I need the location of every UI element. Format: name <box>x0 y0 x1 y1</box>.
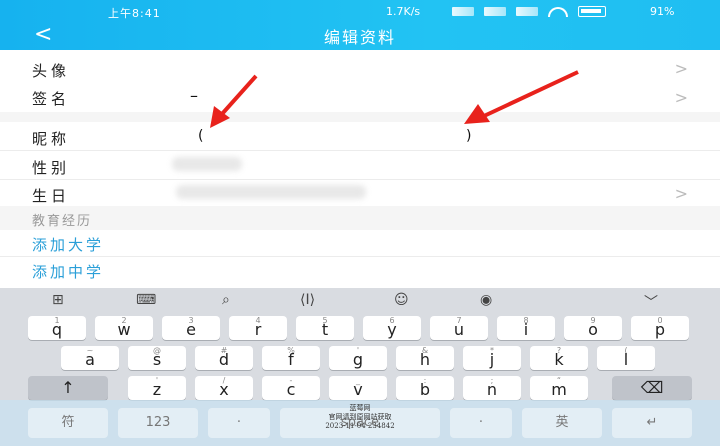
key-label: r <box>254 320 262 339</box>
key-label: y <box>387 320 397 339</box>
collapse-keyboard-icon[interactable]: ﹀ <box>644 292 658 312</box>
key-label: u <box>453 320 465 339</box>
key-g[interactable]: ' g <box>329 346 387 370</box>
key-j[interactable]: * j <box>463 346 521 370</box>
bottom-key-6[interactable]: ↵ <box>612 408 692 438</box>
key-label: v <box>353 380 363 399</box>
bottom-key-0[interactable]: 符 <box>28 408 108 438</box>
key-label: a <box>85 350 95 369</box>
key-label: l <box>623 350 629 369</box>
voice-icon[interactable]: ◉ <box>480 292 492 308</box>
key-a[interactable]: ~ a <box>61 346 119 370</box>
search-icon[interactable]: ⌕ <box>222 292 230 308</box>
key-label: j <box>489 350 495 369</box>
key-s[interactable]: @ s <box>128 346 186 370</box>
key-h[interactable]: & h <box>396 346 454 370</box>
key-label: w <box>117 320 131 339</box>
key-x[interactable]: / x <box>195 376 253 400</box>
key-label: g <box>352 350 364 369</box>
shift-key[interactable]: ↑ <box>28 376 108 400</box>
emoji-icon[interactable]: ☺ <box>394 292 409 308</box>
watermark-line-3: 2023-11-04 234842 <box>325 422 395 430</box>
key-q[interactable]: 1q <box>28 316 86 340</box>
key-label: m <box>551 380 567 399</box>
key-label: t <box>321 320 329 339</box>
bottom-key-4[interactable]: · <box>450 408 512 438</box>
key-l[interactable]: (l <box>597 346 655 370</box>
watermark: 蓝莓网 官网请到原网站获取 2023-11-04 234842 <box>290 404 430 431</box>
key-i[interactable]: 8i <box>497 316 555 340</box>
key-label: o <box>588 320 598 339</box>
key-m[interactable]: “m <box>530 376 588 400</box>
key-c[interactable]: -c <box>262 376 320 400</box>
bottom-key-2[interactable]: · <box>208 408 270 438</box>
key-v[interactable]: _ v <box>329 376 387 400</box>
key-label: n <box>486 380 498 399</box>
bottom-key-1[interactable]: 123 <box>118 408 198 438</box>
backspace-key[interactable]: ⌫ <box>612 376 692 400</box>
key-label: z <box>152 380 162 399</box>
key-z[interactable]: ' z <box>128 376 186 400</box>
key-label: d <box>218 350 230 369</box>
key-label: s <box>152 350 162 369</box>
key-label: c <box>286 380 296 399</box>
cursor-icon[interactable]: ⟨I⟩ <box>300 292 315 308</box>
key-label: k <box>554 350 564 369</box>
keyboard-icon[interactable]: ⌨ <box>136 292 156 308</box>
key-label: q <box>51 320 63 339</box>
key-label: f <box>288 350 294 369</box>
key-p[interactable]: 0p <box>631 316 689 340</box>
key-t[interactable]: 5t <box>296 316 354 340</box>
key-label: p <box>654 320 666 339</box>
key-o[interactable]: 9o <box>564 316 622 340</box>
key-label: b <box>419 380 431 399</box>
annotation-arrow-left <box>210 74 258 128</box>
keyboard-toolbar: ⊞ ⌨ ⌕ ⟨I⟩ ☺ ◉ ﹀ <box>0 288 720 316</box>
key-n[interactable]: ; n <box>463 376 521 400</box>
key-d[interactable]: # d <box>195 346 253 370</box>
key-r[interactable]: 4r <box>229 316 287 340</box>
key-k[interactable]: ? k <box>530 346 588 370</box>
key-label: x <box>219 380 229 399</box>
bottom-key-5[interactable]: 英 <box>522 408 602 438</box>
key-label: h <box>419 350 431 369</box>
grid-menu-icon[interactable]: ⊞ <box>52 292 64 308</box>
key-u[interactable]: 7u <box>430 316 488 340</box>
key-label: e <box>186 320 196 339</box>
key-e[interactable]: 3e <box>162 316 220 340</box>
key-label: i <box>523 320 529 339</box>
watermark-line-1: 蓝莓网 <box>349 404 371 412</box>
key-f[interactable]: % f <box>262 346 320 370</box>
key-w[interactable]: 2w <box>95 316 153 340</box>
key-b[interactable]: :b <box>396 376 454 400</box>
key-y[interactable]: 6y <box>363 316 421 340</box>
annotation-arrow-right <box>464 70 579 124</box>
watermark-line-2: 官网请到原网站获取 <box>328 413 392 421</box>
